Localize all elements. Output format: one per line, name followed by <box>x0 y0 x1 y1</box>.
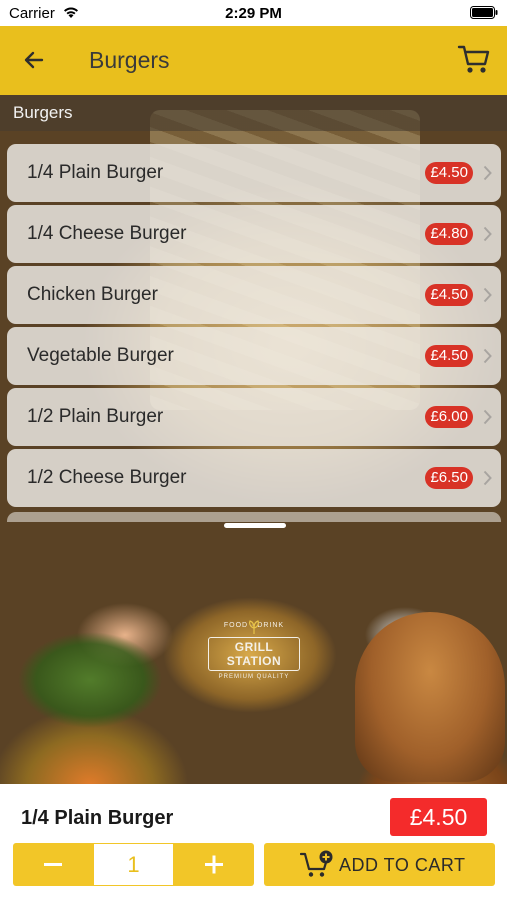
minus-icon <box>44 863 62 866</box>
menu-item-name: 1/2 Plain Burger <box>27 406 164 427</box>
menu-item[interactable]: 1/4 Cheese Burger £4.80 <box>7 205 501 263</box>
selected-item-name: 1/4 Plain Burger <box>21 807 174 829</box>
chevron-right-icon <box>483 287 492 303</box>
cart-icon[interactable] <box>457 43 491 75</box>
add-to-cart-label: ADD TO CART <box>339 855 466 875</box>
menu-item[interactable]: Vegetable Burger £4.50 <box>7 327 501 385</box>
chevron-right-icon <box>483 470 492 486</box>
page-title: Burgers <box>89 47 170 73</box>
chevron-right-icon <box>483 348 492 364</box>
menu-item[interactable]: Chicken Burger £4.50 <box>7 266 501 324</box>
scroll-indicator[interactable] <box>224 523 286 528</box>
price-badge: £6.00 <box>425 406 473 428</box>
add-to-cart-button[interactable]: ADD TO CART <box>264 843 495 886</box>
selected-item-price: £4.50 <box>390 798 487 836</box>
increase-quantity-button[interactable] <box>174 843 254 886</box>
menu-item[interactable]: 1/2 Plain Burger £6.00 <box>7 388 501 446</box>
price-badge: £4.80 <box>425 223 473 245</box>
logo-subtitle: PREMIUM QUALITY <box>218 674 290 680</box>
navigation-bar: Burgers <box>0 26 507 95</box>
chevron-right-icon <box>483 165 492 181</box>
chevron-right-icon <box>483 409 492 425</box>
arrow-left-icon[interactable] <box>22 48 46 72</box>
menu-item-name: 1/4 Plain Burger <box>27 162 164 183</box>
menu-item[interactable]: 1/2 Cheese Burger £6.50 <box>7 449 501 507</box>
background-burger <box>355 612 505 782</box>
menu-item-name: 1/4 Cheese Burger <box>27 223 187 244</box>
battery-icon <box>470 6 498 19</box>
quantity-stepper: 1 <box>13 843 254 886</box>
grill-station-logo: FOOD · DRINK GRILL STATION PREMIUM QUALI… <box>208 620 300 680</box>
menu-item-name: 1/2 Cheese Burger <box>27 467 187 488</box>
price-badge: £6.50 <box>425 467 473 489</box>
menu-item-name: Chicken Burger <box>27 284 158 305</box>
logo-name: GRILL STATION <box>208 637 300 671</box>
decrease-quantity-button[interactable] <box>13 843 93 886</box>
section-header: Burgers <box>0 95 507 131</box>
order-panel: 1/4 Plain Burger £4.50 1 ADD TO CART <box>0 784 507 900</box>
quantity-input[interactable]: 1 <box>94 844 173 885</box>
add-to-cart-icon <box>300 850 333 877</box>
background-salad <box>0 600 200 785</box>
status-bar: Carrier 2:29 PM <box>0 0 507 26</box>
menu-item-partial[interactable] <box>7 512 501 522</box>
leaf-icon <box>249 620 259 634</box>
menu-item[interactable]: 1/4 Plain Burger £4.50 <box>7 144 501 202</box>
plus-icon <box>205 855 223 874</box>
price-badge: £4.50 <box>425 284 473 306</box>
price-badge: £4.50 <box>425 162 473 184</box>
status-time: 2:29 PM <box>225 5 282 22</box>
menu-item-name: Vegetable Burger <box>27 345 174 366</box>
price-badge: £4.50 <box>425 345 473 367</box>
menu-list: 1/4 Plain Burger £4.50 1/4 Cheese Burger… <box>7 144 501 510</box>
chevron-right-icon <box>483 226 492 242</box>
